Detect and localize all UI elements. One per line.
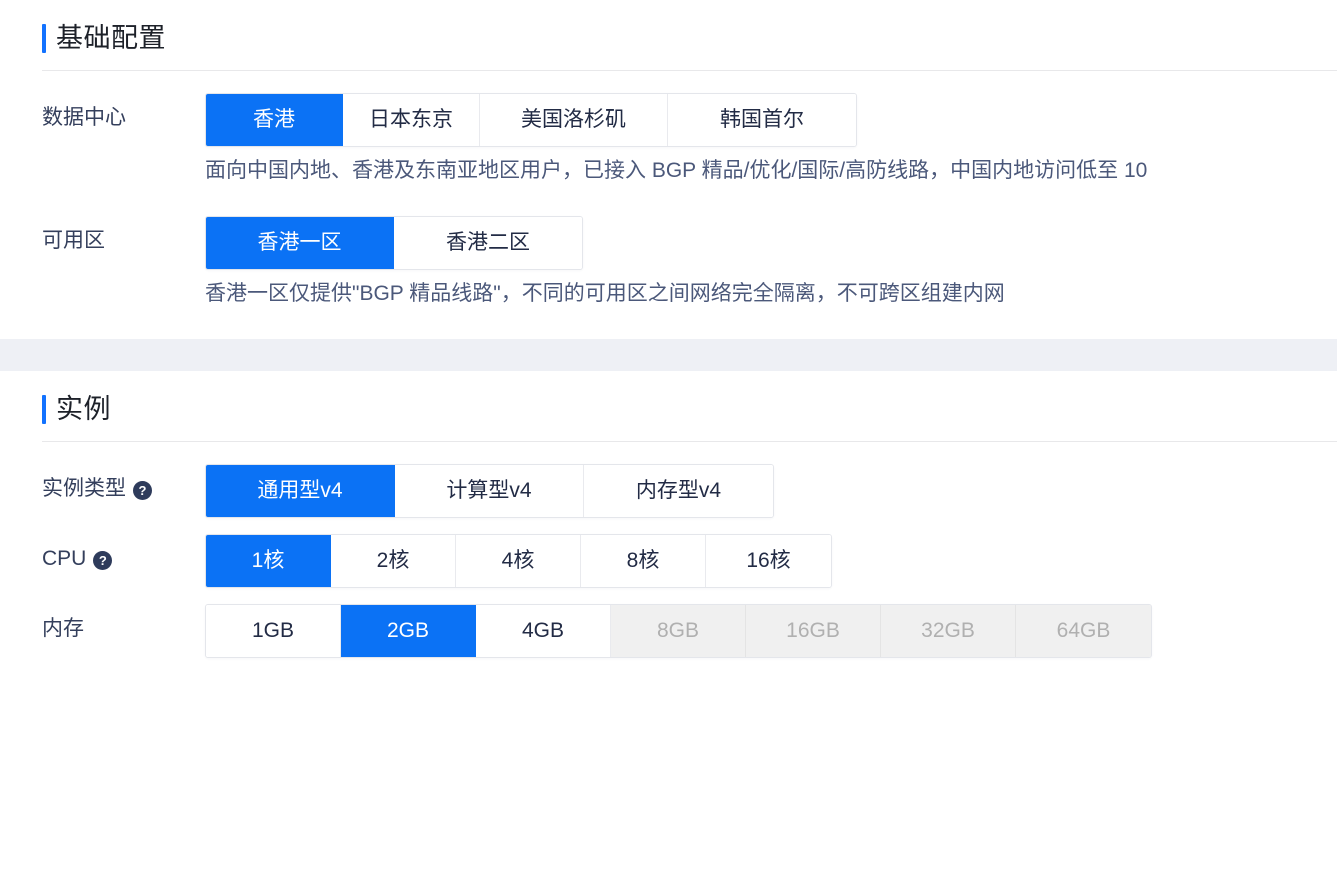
row-body-datacenter: 香港 日本东京 美国洛杉矶 韩国首尔 面向中国内地、香港及东南亚地区用户，已接入… (205, 85, 1337, 186)
hint-availability-zone: 香港一区仅提供"BGP 精品线路"，不同的可用区之间网络完全隔离，不可跨区组建内… (205, 282, 1005, 305)
option-az-hongkong-2[interactable]: 香港二区 (394, 217, 582, 269)
option-group-datacenter: 香港 日本东京 美国洛杉矶 韩国首尔 (205, 93, 857, 147)
option-memory-8gb: 8GB (611, 605, 746, 657)
section-title-instance: 实例 (42, 389, 111, 429)
section-basic-config: 基础配置 数据中心 香港 日本东京 美国洛杉矶 韩国首尔 面向中国内地、香港及东… (0, 0, 1337, 339)
option-datacenter-seoul[interactable]: 韩国首尔 (668, 94, 856, 146)
option-memory-32gb: 32GB (881, 605, 1016, 657)
row-body-instance-type: 通用型v4 计算型v4 内存型v4 (205, 456, 1337, 518)
option-group-memory: 1GB 2GB 4GB 8GB 16GB 32GB 64GB (205, 604, 1152, 658)
option-instance-type-compute-v4[interactable]: 计算型v4 (395, 465, 584, 517)
section-header-instance: 实例 (0, 371, 1337, 429)
option-cpu-2[interactable]: 2核 (331, 535, 456, 587)
row-label-text: CPU (42, 547, 87, 570)
option-datacenter-hongkong[interactable]: 香港 (206, 94, 343, 146)
row-datacenter: 数据中心 香港 日本东京 美国洛杉矶 韩国首尔 面向中国内地、香港及东南亚地区用… (0, 85, 1337, 186)
section-instance: 实例 实例类型 ? 通用型v4 计算型v4 内存型v4 CPU ? 1核 2核 … (0, 371, 1337, 658)
option-instance-type-memory-v4[interactable]: 内存型v4 (584, 465, 773, 517)
help-icon[interactable]: ? (93, 550, 113, 570)
row-memory: 内存 1GB 2GB 4GB 8GB 16GB 32GB 64GB (0, 596, 1337, 658)
option-cpu-4[interactable]: 4核 (456, 535, 581, 587)
page-title: 基础配置 (42, 18, 166, 58)
option-group-instance-type: 通用型v4 计算型v4 内存型v4 (205, 464, 774, 518)
option-memory-4gb[interactable]: 4GB (476, 605, 611, 657)
row-label-text: 可用区 (42, 229, 105, 252)
config-page: 基础配置 数据中心 香港 日本东京 美国洛杉矶 韩国首尔 面向中国内地、香港及东… (0, 0, 1337, 874)
row-label-availability-zone: 可用区 (42, 208, 205, 256)
option-memory-1gb[interactable]: 1GB (206, 605, 341, 657)
option-group-availability-zone: 香港一区 香港二区 (205, 216, 583, 270)
section-separator-band (0, 339, 1337, 371)
row-label-datacenter: 数据中心 (42, 85, 205, 133)
row-label-cpu: CPU ? (42, 526, 205, 574)
row-instance-type: 实例类型 ? 通用型v4 计算型v4 内存型v4 (0, 456, 1337, 518)
row-body-memory: 1GB 2GB 4GB 8GB 16GB 32GB 64GB (205, 596, 1337, 658)
option-instance-type-general-v4[interactable]: 通用型v4 (206, 465, 395, 517)
row-label-text: 实例类型 (42, 477, 126, 500)
row-label-text: 内存 (42, 617, 84, 640)
section-header-basic: 基础配置 (0, 0, 1337, 58)
row-label-text: 数据中心 (42, 106, 126, 129)
option-memory-16gb: 16GB (746, 605, 881, 657)
row-label-instance-type: 实例类型 ? (42, 456, 205, 504)
option-memory-2gb[interactable]: 2GB (341, 605, 476, 657)
option-datacenter-losangeles[interactable]: 美国洛杉矶 (480, 94, 668, 146)
option-cpu-16[interactable]: 16核 (706, 535, 831, 587)
row-cpu: CPU ? 1核 2核 4核 8核 16核 (0, 526, 1337, 588)
row-body-availability-zone: 香港一区 香港二区 香港一区仅提供"BGP 精品线路"，不同的可用区之间网络完全… (205, 208, 1337, 309)
option-cpu-1[interactable]: 1核 (206, 535, 331, 587)
option-az-hongkong-1[interactable]: 香港一区 (206, 217, 394, 269)
row-body-cpu: 1核 2核 4核 8核 16核 (205, 526, 1337, 588)
option-memory-64gb: 64GB (1016, 605, 1151, 657)
row-availability-zone: 可用区 香港一区 香港二区 香港一区仅提供"BGP 精品线路"，不同的可用区之间… (0, 208, 1337, 309)
option-cpu-8[interactable]: 8核 (581, 535, 706, 587)
row-label-memory: 内存 (42, 596, 205, 644)
option-datacenter-tokyo[interactable]: 日本东京 (343, 94, 480, 146)
option-group-cpu: 1核 2核 4核 8核 16核 (205, 534, 832, 588)
hint-datacenter: 面向中国内地、香港及东南亚地区用户，已接入 BGP 精品/优化/国际/高防线路，… (205, 159, 1148, 182)
help-icon[interactable]: ? (133, 480, 152, 500)
